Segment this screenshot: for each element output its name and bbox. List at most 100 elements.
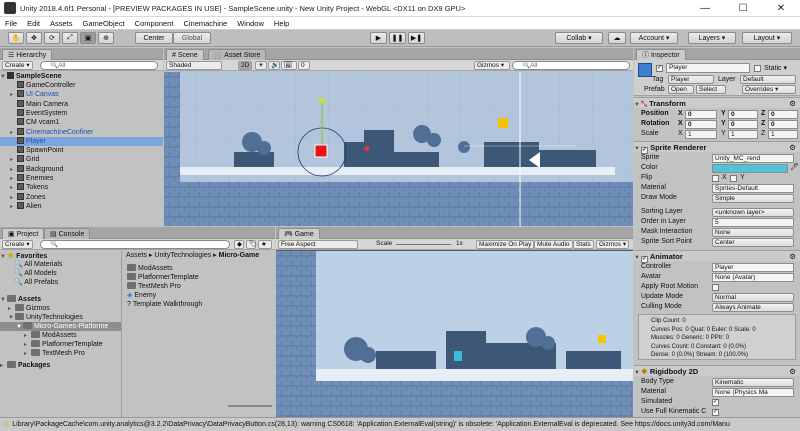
menu-cinemachine[interactable]: Cinemachine xyxy=(178,19,232,28)
step-icon[interactable]: ▶❚ xyxy=(408,32,425,44)
rotate-tool-icon[interactable]: ⟳ xyxy=(44,32,60,44)
hierarchy-item[interactable]: Main Camera xyxy=(0,99,163,109)
rotation-y-field[interactable]: 0 xyxy=(728,119,758,129)
scene-canvas[interactable] xyxy=(164,72,633,226)
object-name-field[interactable]: Player xyxy=(666,63,750,73)
tab-game[interactable]: 🎮 Game xyxy=(278,228,320,239)
folder-modassets[interactable]: ▸ ModAssets xyxy=(0,331,121,340)
menu-assets[interactable]: Assets xyxy=(45,19,78,28)
prefab-select-button[interactable]: Select xyxy=(696,85,726,94)
move-tool-icon[interactable]: ✥ xyxy=(26,32,42,44)
folder-micro-games[interactable]: ▼ Micro-Games-Platforme xyxy=(0,322,121,331)
type-filter-icon[interactable]: 🏷 xyxy=(246,240,257,249)
tag-dropdown[interactable]: Player xyxy=(668,75,714,84)
scale-x-field[interactable]: 1 xyxy=(685,129,717,139)
expand-arrow-icon[interactable]: ▸ xyxy=(10,203,17,212)
hierarchy-item[interactable]: ▸ CinemachineConfiner xyxy=(0,127,163,137)
color-swatch[interactable] xyxy=(712,163,788,173)
prefab-open-button[interactable]: Open xyxy=(668,85,694,94)
lighting-icon[interactable]: ☀ xyxy=(255,61,267,70)
draw-mode-dropdown[interactable]: Simple xyxy=(712,193,794,203)
file-enemy[interactable]: ◈ Enemy xyxy=(123,291,275,300)
global-toggle[interactable]: Global xyxy=(173,32,211,44)
file-platformertemplate[interactable]: PlatformerTemplate xyxy=(123,273,275,282)
menu-component[interactable]: Component xyxy=(130,19,179,28)
menu-file[interactable]: File xyxy=(0,19,22,28)
mute-audio-toggle[interactable]: Mute Audio xyxy=(534,240,573,249)
scale-slider[interactable] xyxy=(396,244,451,245)
hierarchy-item[interactable]: ▸ UI Canvas xyxy=(0,90,163,99)
sprite-field[interactable]: Unity_MC_rend xyxy=(712,153,794,163)
menu-help[interactable]: Help xyxy=(269,19,294,28)
scale-z-field[interactable]: 1 xyxy=(768,129,798,139)
simulated-checkbox[interactable]: ✓ xyxy=(712,398,719,406)
sprite-sort-point-dropdown[interactable]: Center xyxy=(712,237,794,247)
rect-tool-icon[interactable]: ▣ xyxy=(80,32,96,44)
static-checkbox[interactable] xyxy=(754,65,761,72)
tab-project[interactable]: ▣ Project xyxy=(2,228,45,239)
audio-icon[interactable]: 🔊 xyxy=(268,61,280,70)
maximize-on-play-toggle[interactable]: Maximize On Play xyxy=(476,240,535,249)
hierarchy-item[interactable]: GameController xyxy=(0,81,163,90)
hierarchy-item[interactable]: ▸ Zones xyxy=(0,192,163,202)
breadcrumb-unitytechnologies[interactable]: UnityTechnologies xyxy=(154,252,211,259)
stats-toggle[interactable]: Stats xyxy=(573,240,594,249)
component-settings-icon[interactable]: ⚙ xyxy=(789,98,796,109)
label-filter-icon[interactable]: ◆ xyxy=(234,240,244,249)
hierarchy-item[interactable]: ▸ Background xyxy=(0,164,163,174)
hierarchy-item[interactable]: ▸ Alien xyxy=(0,201,163,212)
mask-interaction-dropdown[interactable]: None xyxy=(712,227,794,237)
position-x-field[interactable]: 0 xyxy=(685,109,717,119)
eyedropper-icon[interactable]: 🖊 xyxy=(790,163,799,173)
scene-root[interactable]: ▼ SampleScene xyxy=(0,72,163,81)
position-y-field[interactable]: 0 xyxy=(728,109,758,119)
scene-gizmos-dropdown[interactable]: Gizmos ▾ xyxy=(474,61,510,70)
menu-edit[interactable]: Edit xyxy=(22,19,45,28)
tab-scene[interactable]: # Scene xyxy=(166,49,204,60)
shading-mode-dropdown[interactable]: Shaded xyxy=(166,61,222,70)
component-settings-icon[interactable]: ⚙ xyxy=(789,251,796,262)
assets-row[interactable]: ▼ Assets xyxy=(0,295,121,304)
file-template-walkthrough[interactable]: ? Template Walkthrough xyxy=(123,300,275,309)
controller-field[interactable]: Player xyxy=(712,262,794,272)
layout-button[interactable]: Layout ▾ xyxy=(742,32,792,44)
culling-mode-dropdown[interactable]: Always Animate xyxy=(712,302,794,312)
component-settings-icon[interactable]: ⚙ xyxy=(789,366,796,377)
animator-header[interactable]: ▼ ✓ Animator ⚙ xyxy=(634,250,800,263)
tab-asset-store[interactable]: 🛒 Asset Store xyxy=(208,49,267,60)
file-textmeshpro[interactable]: TextMesh Pro xyxy=(123,282,275,291)
full-kinematic-checkbox[interactable]: ✓ xyxy=(712,408,719,416)
menu-gameobject[interactable]: GameObject xyxy=(78,19,130,28)
hierarchy-item[interactable]: ▸ Grid xyxy=(0,155,163,164)
root-motion-checkbox[interactable] xyxy=(712,283,719,291)
layers-button[interactable]: Layers ▾ xyxy=(688,32,736,44)
folder-platformertemplate[interactable]: ▸ PlatformerTemplate xyxy=(0,340,121,349)
folder-textmeshpro[interactable]: ▸ TextMesh Pro xyxy=(0,349,121,358)
hierarchy-item[interactable]: ▸ Enemies xyxy=(0,174,163,183)
hierarchy-create-button[interactable]: Create ▾ xyxy=(2,61,33,70)
menu-window[interactable]: Window xyxy=(232,19,269,28)
prefab-overrides-dropdown[interactable]: Overrides ▾ xyxy=(742,85,796,94)
sorting-layer-dropdown[interactable]: <unknown layer> xyxy=(712,207,794,217)
sprite-renderer-header[interactable]: ▼ ✓ Sprite Renderer ⚙ xyxy=(634,141,800,154)
file-modassets[interactable]: ModAssets xyxy=(123,264,275,273)
close-button[interactable]: ✕ xyxy=(762,0,800,17)
update-mode-dropdown[interactable]: Normal xyxy=(712,292,794,302)
transform-tool-icon[interactable]: ⊕ xyxy=(98,32,114,44)
favorite-all-models[interactable]: 🔍 All Models xyxy=(0,269,121,278)
body-type-dropdown[interactable]: Kinematic xyxy=(712,377,794,387)
favorite-all-prefabs[interactable]: 🔍 All Prefabs xyxy=(0,278,121,287)
2d-mode-toggle[interactable]: 2D xyxy=(238,61,252,70)
favorite-icon[interactable]: ★ xyxy=(258,240,272,249)
component-settings-icon[interactable]: ⚙ xyxy=(789,142,796,153)
folder-gizmos[interactable]: ▸ Gizmos xyxy=(0,304,121,313)
cloud-icon[interactable]: ☁ xyxy=(608,32,626,44)
active-checkbox[interactable]: ✓ xyxy=(656,65,663,72)
scale-tool-icon[interactable]: ⤢ xyxy=(62,32,78,44)
project-create-button[interactable]: Create ▾ xyxy=(2,240,33,249)
hidden-objects-icon[interactable]: 0 xyxy=(298,61,310,70)
material-field[interactable]: Sprites-Default xyxy=(712,183,794,193)
flip-x-checkbox[interactable] xyxy=(712,174,719,182)
zoom-slider[interactable] xyxy=(228,405,272,407)
avatar-field[interactable]: None (Avatar) xyxy=(712,272,794,282)
